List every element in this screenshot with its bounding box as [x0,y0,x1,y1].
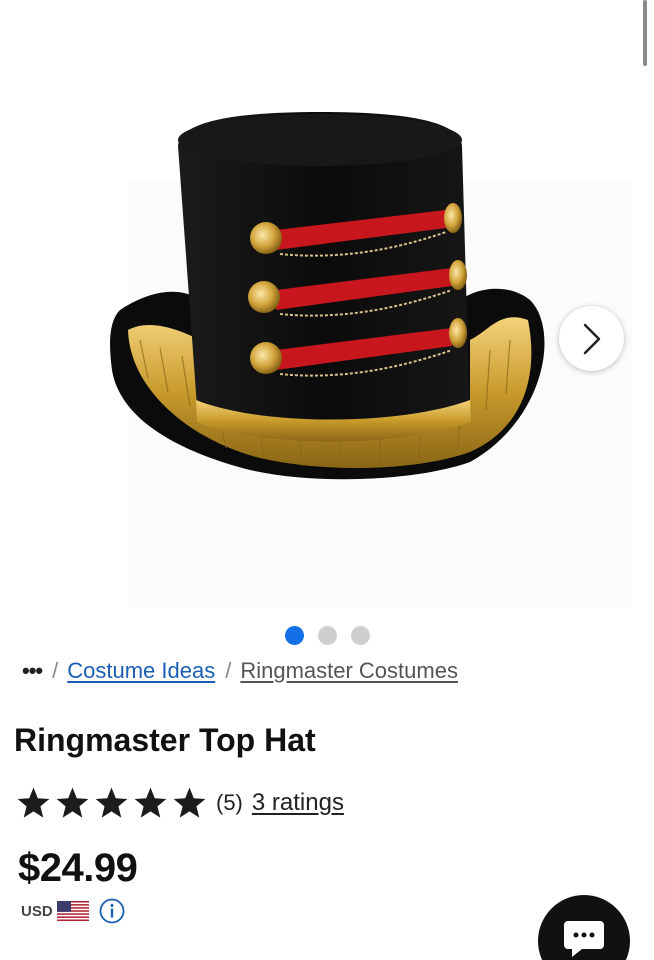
product-image [110,112,632,608]
chevron-right-icon [583,323,600,354]
star-icon [134,787,167,818]
product-title: Ringmaster Top Hat [14,722,316,758]
currency-label: USD [21,902,53,920]
rating-value: (5) [216,790,243,815]
product-gallery[interactable] [0,0,654,612]
gallery-dots [0,626,654,645]
product-page: ••• / Costume Ideas / Ringmaster Costume… [0,0,654,960]
currency-row: USD [21,898,125,924]
rating-row: (5) 3 ratings [15,786,344,820]
breadcrumb: ••• / Costume Ideas / Ringmaster Costume… [22,658,458,684]
breadcrumb-costume-ideas[interactable]: Costume Ideas [67,658,215,684]
gallery-dot-3[interactable] [350,626,370,645]
star-icon [56,787,89,818]
chat-button[interactable] [538,895,630,960]
breadcrumb-separator: / [225,658,232,683]
star-rating [15,786,208,820]
breadcrumb-separator: / [52,658,59,683]
star-icon [17,787,50,818]
product-price: $24.99 [18,846,138,890]
chat-bubble-icon [564,921,604,957]
breadcrumb-ringmaster-costumes[interactable]: Ringmaster Costumes [240,658,458,684]
info-icon[interactable] [99,898,125,924]
gallery-dot-2[interactable] [317,626,337,645]
gallery-dot-1[interactable] [284,626,304,645]
star-icon [95,787,128,818]
star-icon [173,787,206,818]
breadcrumb-more-button[interactable]: ••• [22,658,43,684]
ratings-link[interactable]: 3 ratings [252,789,344,817]
us-flag-icon [56,901,89,921]
next-image-button[interactable] [559,306,624,371]
